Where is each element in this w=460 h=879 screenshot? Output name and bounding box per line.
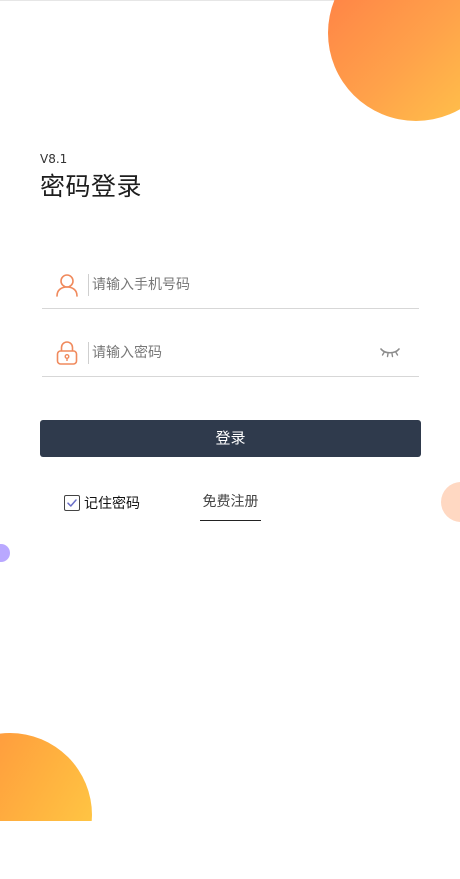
eye-closed-icon[interactable] <box>379 346 401 360</box>
page-title: 密码登录 <box>40 172 143 201</box>
password-field <box>42 330 419 377</box>
decorative-circle-right <box>441 482 460 522</box>
user-icon <box>56 274 78 297</box>
register-link[interactable]: 免费注册 <box>200 492 261 521</box>
phone-field <box>42 262 419 309</box>
decorative-circle-top-right <box>328 0 460 121</box>
decorative-dot-left <box>0 544 10 562</box>
remember-checkbox[interactable] <box>64 495 80 511</box>
login-button[interactable]: 登录 <box>40 420 421 457</box>
check-icon <box>67 499 77 507</box>
lock-icon <box>56 341 78 365</box>
password-input[interactable] <box>92 340 362 366</box>
phone-input[interactable] <box>92 272 362 298</box>
login-page: V8.1 密码登录 登录 <box>0 0 460 879</box>
remember-password-toggle[interactable]: 记住密码 <box>64 493 140 513</box>
field-separator <box>88 342 89 364</box>
version-label: V8.1 <box>40 152 68 166</box>
remember-label: 记住密码 <box>84 496 140 512</box>
field-separator <box>88 274 89 296</box>
bottom-blank-area <box>0 821 460 879</box>
